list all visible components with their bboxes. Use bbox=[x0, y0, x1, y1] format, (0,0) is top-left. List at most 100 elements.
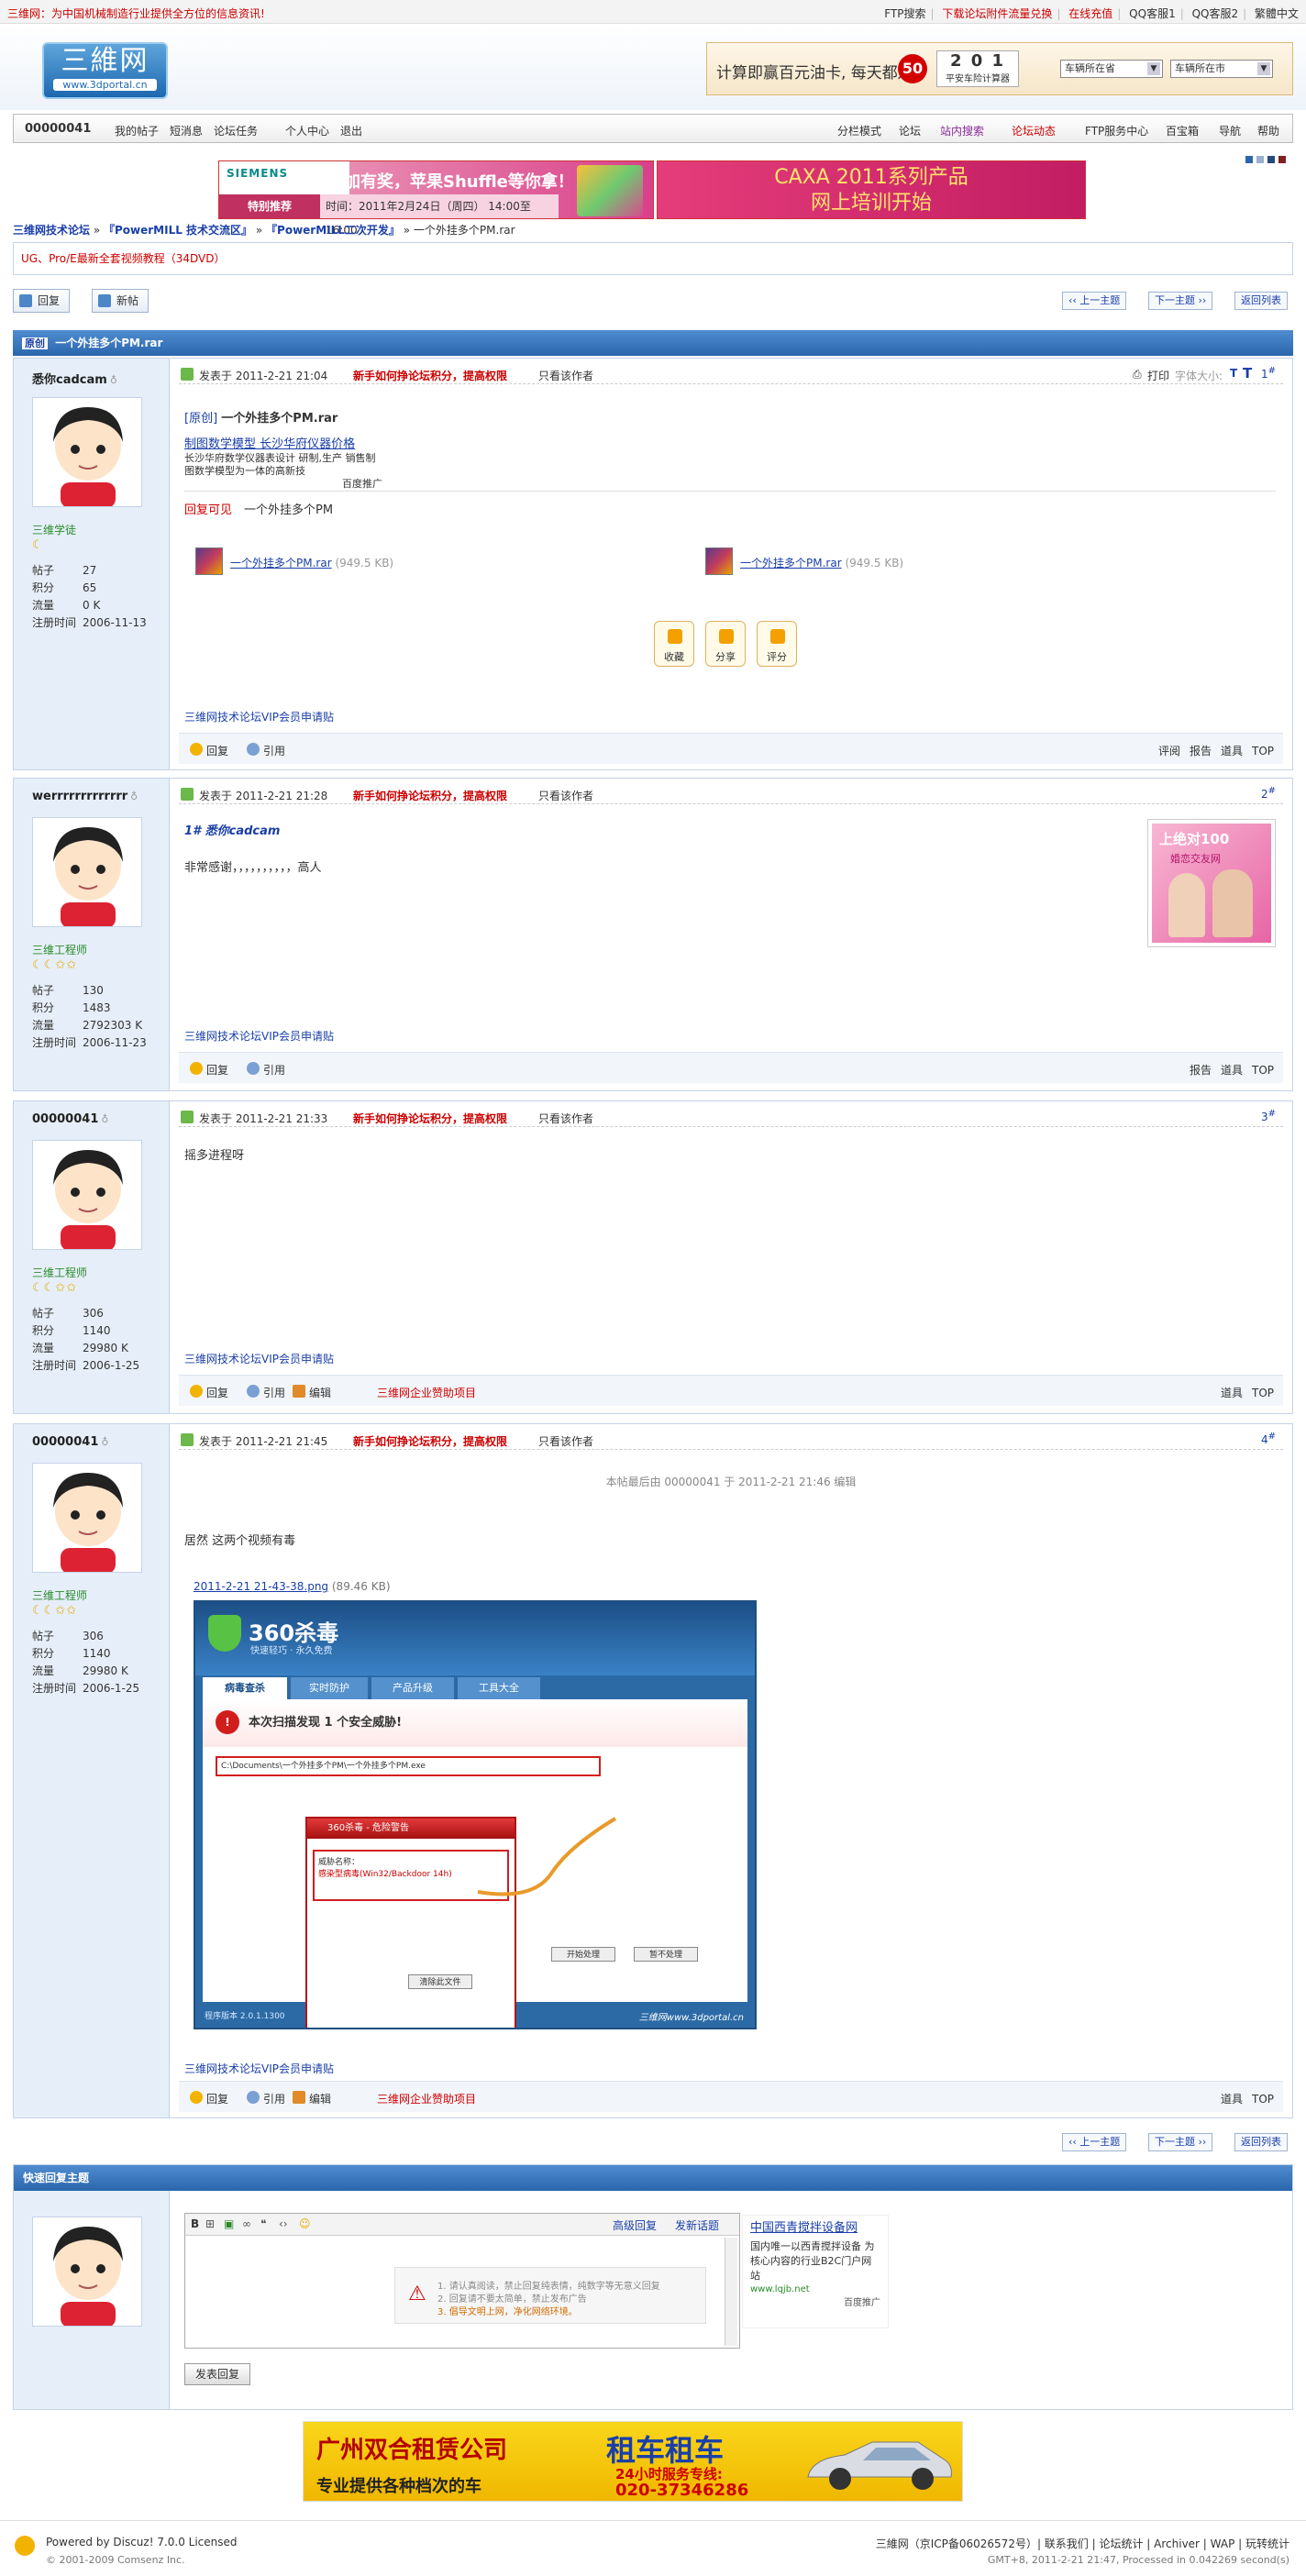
quote-icon[interactable]: ❝ bbox=[260, 2217, 266, 2230]
floor-number[interactable]: 3# bbox=[1261, 1109, 1276, 1123]
only-author-link[interactable]: 只看该作者 bbox=[538, 368, 593, 383]
reply-link[interactable]: 回复 bbox=[206, 1385, 228, 1400]
traditional-chinese-link[interactable]: 繁體中文 bbox=[1255, 7, 1299, 20]
color-theme-dark[interactable] bbox=[1267, 156, 1275, 163]
vip-apply-link[interactable]: 三维网技术论坛VIP会员申请贴 bbox=[184, 1028, 334, 1044]
avatar[interactable] bbox=[32, 397, 142, 507]
image-attachment-link[interactable]: 2011-2-21 21-43-38.png (89.46 KB) bbox=[194, 1580, 391, 1593]
my-posts-link[interactable]: 我的帖子 bbox=[115, 123, 159, 138]
top-link[interactable]: TOP bbox=[1252, 745, 1274, 757]
footer-links[interactable]: 三維网（京ICP备06026572号）| 联系我们 | 论坛统计 | Archi… bbox=[876, 2536, 1289, 2551]
smiley-icon[interactable]: ☺ bbox=[299, 2217, 311, 2230]
avatar[interactable] bbox=[32, 1463, 142, 1573]
top-link[interactable]: TOP bbox=[1252, 1064, 1274, 1077]
share-button[interactable]: 分享 bbox=[705, 621, 746, 667]
edit-link[interactable]: 编辑 bbox=[309, 1385, 331, 1400]
link-icon[interactable]: ∞ bbox=[242, 2217, 251, 2230]
username[interactable]: 00000041 bbox=[25, 122, 91, 136]
font-small-button[interactable]: T bbox=[1230, 367, 1237, 380]
qq-service-2-link[interactable]: QQ客服2 bbox=[1192, 7, 1239, 20]
floor-number[interactable]: 1# bbox=[1261, 366, 1276, 381]
back-to-list-button-bottom[interactable]: 返回列表 bbox=[1234, 2133, 1288, 2151]
earn-credits-link[interactable]: 新手如何挣论坛积分，提高权限 bbox=[353, 1433, 507, 1449]
tab-tools[interactable]: 工具大全 bbox=[458, 1677, 540, 1699]
tab-virus-scan[interactable]: 病毒查杀 bbox=[203, 1677, 287, 1699]
rate-button[interactable]: 评分 bbox=[757, 621, 797, 667]
forum-link[interactable]: 论坛 bbox=[899, 123, 921, 138]
ftp-center-link[interactable]: FTP服务中心 bbox=[1085, 123, 1148, 138]
top-link[interactable]: TOP bbox=[1252, 2093, 1274, 2106]
insurance-ad[interactable]: 计算即赢百元油卡, 每天都送 50 2 0 1 平安车险计算器 车辆所在省 ▼ 车辆… bbox=[706, 42, 1293, 95]
code-icon[interactable]: ‹› bbox=[279, 2217, 288, 2230]
attachment-2[interactable]: 一个外挂多个PM.rar (949.5 KB) bbox=[740, 555, 903, 570]
new-post-button[interactable]: 新帖 bbox=[92, 289, 149, 313]
baidu-ad-link[interactable]: 制图数学模型 长沙华府仪器价格 bbox=[184, 434, 355, 451]
edit-link[interactable]: 编辑 bbox=[309, 2091, 331, 2106]
print-link[interactable]: 打印 bbox=[1147, 368, 1169, 383]
color-icon[interactable]: ⊞ bbox=[205, 2217, 215, 2230]
reply-link[interactable]: 回复 bbox=[206, 2091, 228, 2106]
dating-ad[interactable]: 上绝对100 婚恋交友网 bbox=[1147, 819, 1276, 947]
ftp-search-link[interactable]: FTP搜索 bbox=[884, 7, 925, 20]
rate-view-link[interactable]: 评阅 bbox=[1158, 745, 1180, 757]
prev-thread-button[interactable]: ‹‹ 上一主题 bbox=[1062, 292, 1127, 310]
tab-upgrade[interactable]: 产品升级 bbox=[371, 1677, 454, 1699]
crumb-section[interactable]: 『PowerMILL 技术交流区』 bbox=[104, 224, 252, 237]
quote-link[interactable]: 引用 bbox=[263, 743, 285, 758]
reply-link[interactable]: 回复 bbox=[206, 743, 228, 758]
province-select[interactable]: 车辆所在省 ▼ bbox=[1060, 60, 1163, 78]
attachment-1[interactable]: 一个外挂多个PM.rar (949.5 KB) bbox=[230, 555, 393, 570]
avatar[interactable] bbox=[32, 2217, 142, 2327]
forum-updates-link[interactable]: 论坛动态 bbox=[1012, 123, 1056, 138]
sidebar-ad[interactable]: 中国西青搅拌设备网 国内唯一以西青搅拌设备 为核心内容的行业B2C门户网站 ww… bbox=[742, 2215, 889, 2328]
logout-link[interactable]: 退出 bbox=[340, 123, 362, 138]
quote-link[interactable]: 引用 bbox=[263, 1062, 285, 1078]
props-link[interactable]: 道具 bbox=[1221, 745, 1243, 757]
site-logo[interactable]: 三維网 www.3dportal.cn bbox=[42, 42, 168, 99]
thread-tag[interactable]: 原创 bbox=[22, 337, 48, 349]
site-search-link[interactable]: 站内搜索 bbox=[940, 123, 984, 138]
toolbox-link[interactable]: 百宝箱 bbox=[1166, 123, 1199, 138]
props-link[interactable]: 道具 bbox=[1221, 2093, 1243, 2106]
qq-service-1-link[interactable]: QQ客服1 bbox=[1129, 7, 1176, 20]
color-theme-red[interactable] bbox=[1278, 156, 1286, 163]
report-link[interactable]: 报告 bbox=[1190, 1064, 1212, 1077]
vip-apply-link[interactable]: 三维网技术论坛VIP会员申请贴 bbox=[184, 1351, 334, 1366]
only-author-link[interactable]: 只看该作者 bbox=[538, 1111, 593, 1126]
help-link[interactable]: 帮助 bbox=[1257, 123, 1279, 138]
advanced-reply-link[interactable]: 高级回复 bbox=[613, 2217, 657, 2233]
author-name[interactable]: 00000041 ♁ bbox=[32, 1112, 108, 1126]
avatar[interactable] bbox=[32, 1140, 142, 1250]
quote-link[interactable]: 引用 bbox=[263, 2091, 285, 2106]
sponsor-link[interactable]: 三维网企业赞助项目 bbox=[377, 1385, 476, 1400]
floor-number[interactable]: 2# bbox=[1261, 786, 1276, 801]
clean-file-button[interactable]: 清除此文件 bbox=[408, 1974, 472, 1989]
banner-ad[interactable]: SIEMENS 特别推荐 参加有奖，苹果Shuffle等你拿！ 时间：2011年… bbox=[218, 160, 1086, 237]
sponsor-link[interactable]: 三维网企业赞助项目 bbox=[377, 2091, 476, 2106]
top-link[interactable]: TOP bbox=[1252, 1387, 1274, 1399]
props-link[interactable]: 道具 bbox=[1221, 1064, 1243, 1077]
forum-tasks-link[interactable]: 论坛任务 bbox=[214, 123, 258, 138]
vip-apply-link[interactable]: 三维网技术论坛VIP会员申请贴 bbox=[184, 709, 334, 724]
quote-link[interactable]: 引用 bbox=[263, 1385, 285, 1400]
back-to-list-button[interactable]: 返回列表 bbox=[1234, 292, 1288, 310]
author-name[interactable]: werrrrrrrrrrrrr ♁ bbox=[32, 790, 138, 803]
color-theme-gray[interactable] bbox=[1256, 156, 1264, 163]
reply-link[interactable]: 回复 bbox=[206, 1062, 228, 1078]
vip-apply-link[interactable]: 三维网技术论坛VIP会员申请贴 bbox=[184, 2061, 334, 2076]
earn-credits-link[interactable]: 新手如何挣论坛积分，提高权限 bbox=[353, 368, 507, 383]
submit-reply-button[interactable]: 发表回复 bbox=[184, 2363, 250, 2385]
next-thread-button-bottom[interactable]: 下一主题 ›› bbox=[1148, 2133, 1213, 2151]
author-name[interactable]: 00000041 ♁ bbox=[32, 1435, 108, 1449]
earn-credits-link[interactable]: 新手如何挣论坛积分，提高权限 bbox=[353, 788, 507, 803]
car-rental-ad[interactable]: 广州双合租赁公司 专业提供各种档次的车 租车租车 24小时服务专线: 020-3… bbox=[303, 2421, 963, 2502]
navigation-link[interactable]: 导航 bbox=[1219, 123, 1241, 138]
earn-credits-link[interactable]: 新手如何挣论坛积分，提高权限 bbox=[353, 1111, 507, 1126]
prev-thread-button-bottom[interactable]: ‹‹ 上一主题 bbox=[1062, 2133, 1127, 2151]
image-icon[interactable]: ▣ bbox=[224, 2217, 234, 2230]
new-thread-link[interactable]: 发新话题 bbox=[675, 2217, 719, 2233]
editor-scrollbar[interactable] bbox=[725, 2238, 737, 2346]
floor-number[interactable]: 4# bbox=[1261, 1432, 1276, 1446]
recharge-link[interactable]: 在线充值 bbox=[1068, 7, 1112, 20]
favorite-button[interactable]: 收藏 bbox=[654, 621, 694, 667]
